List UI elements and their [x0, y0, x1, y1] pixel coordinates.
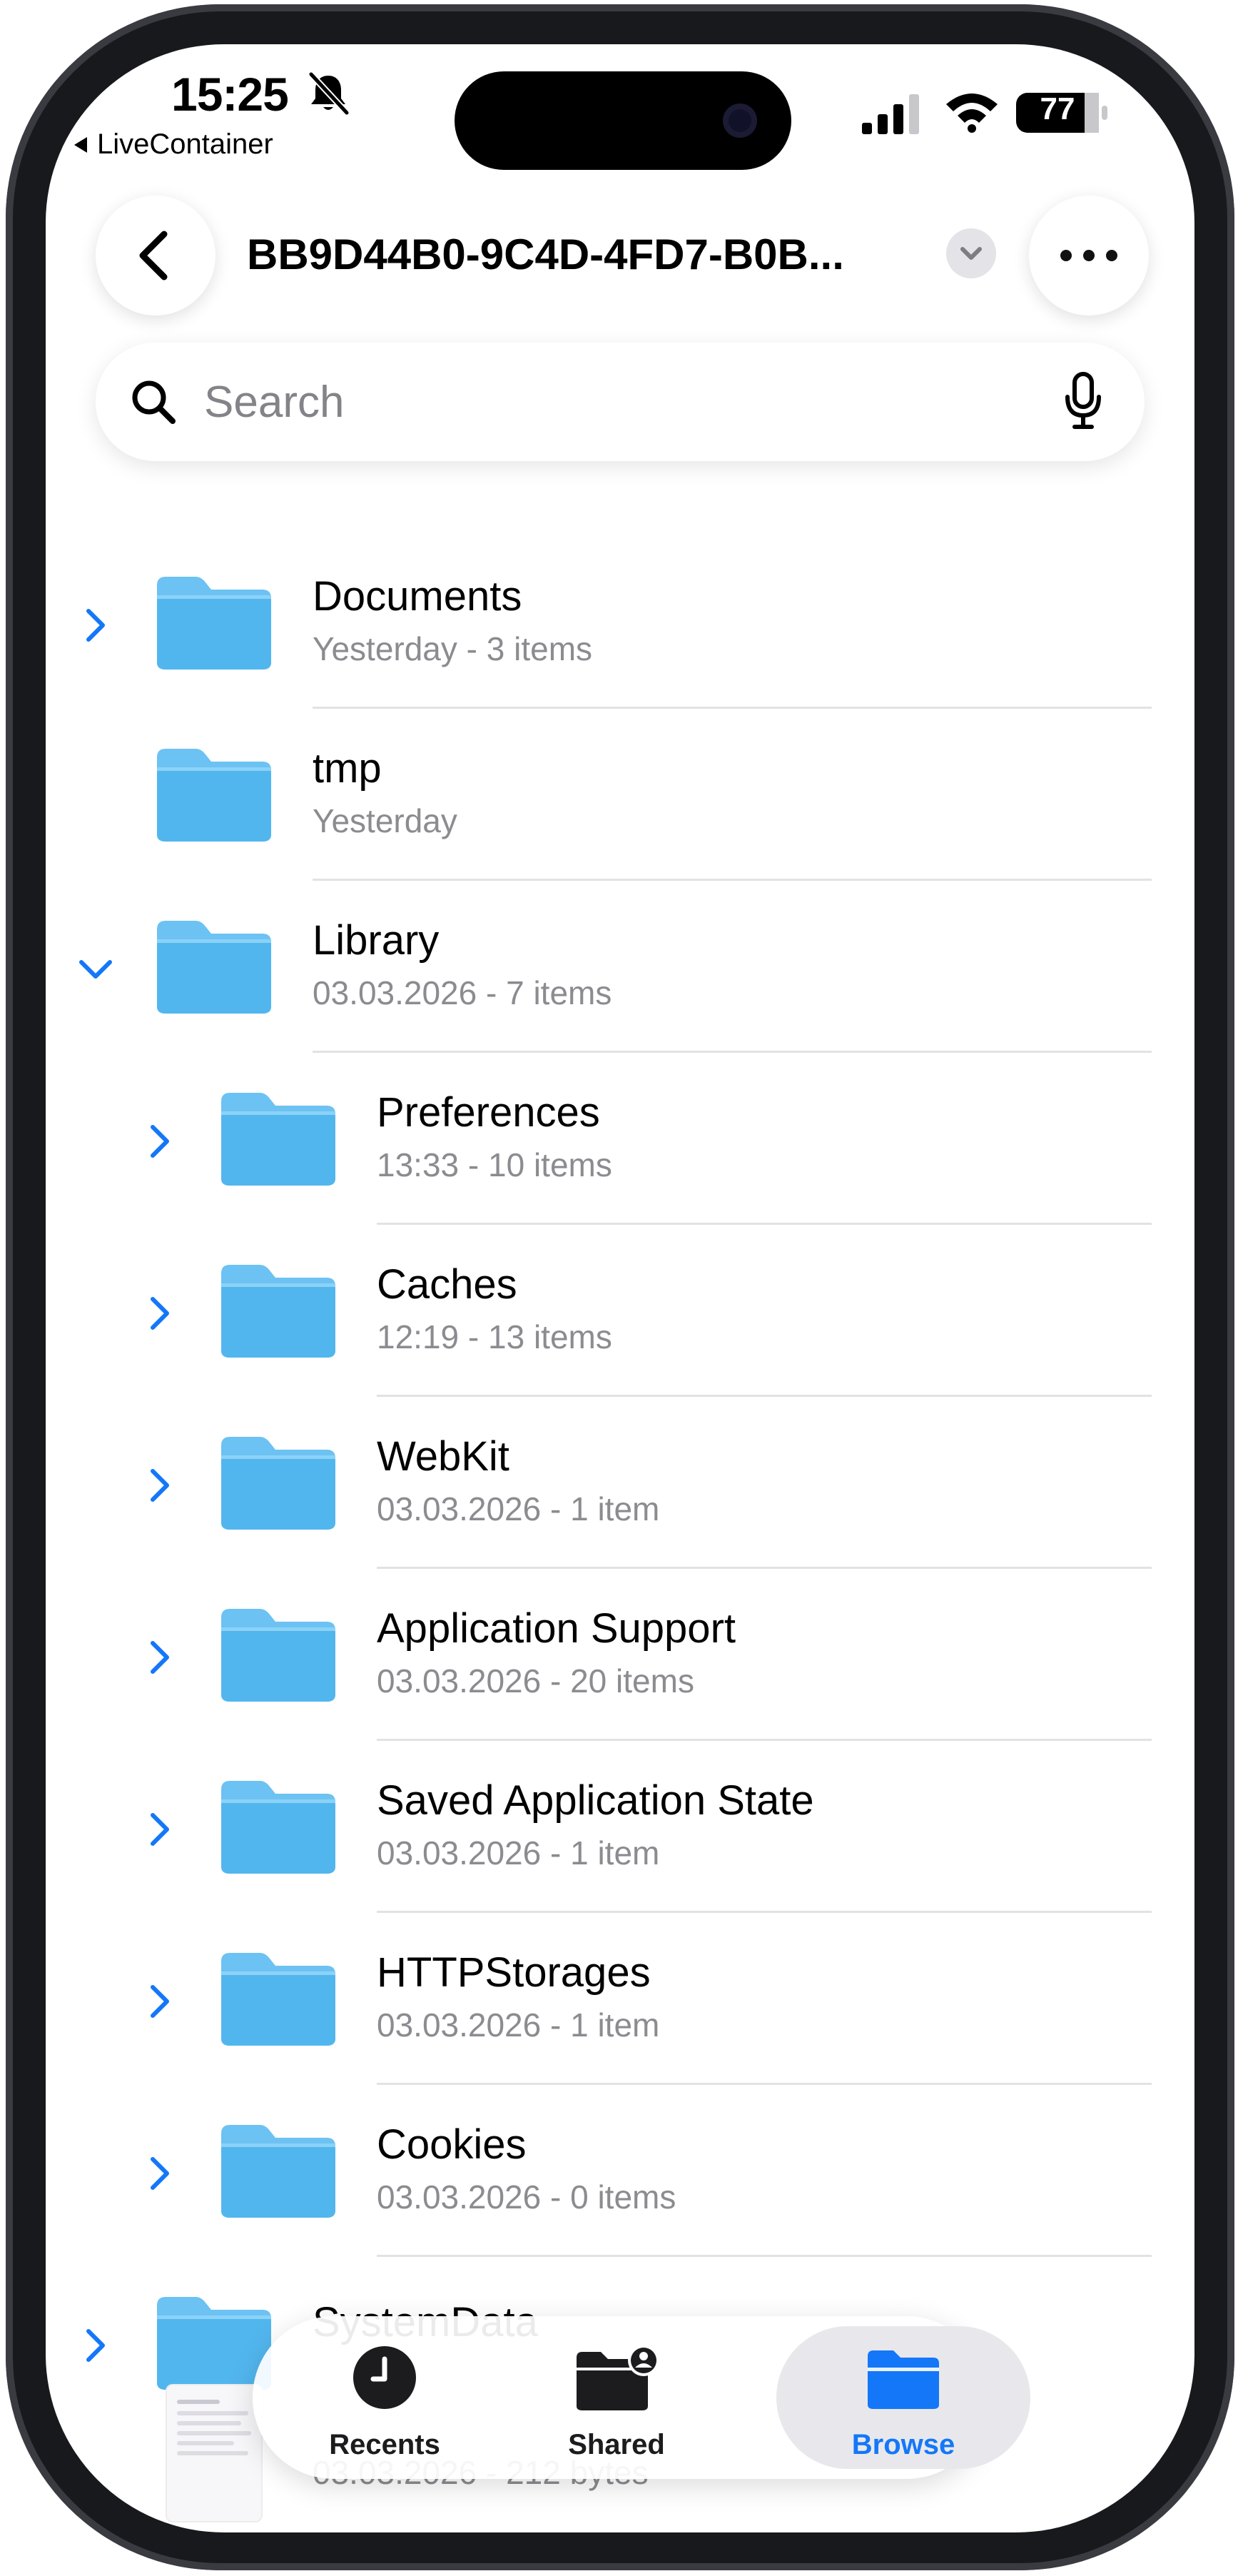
folder-title[interactable]: BB9D44B0-9C4D-4FD7-B0B... [247, 230, 932, 279]
folder-icon [154, 744, 274, 843]
tab-recents[interactable]: Recents [310, 2316, 460, 2479]
tab-browse[interactable]: Browse [776, 2316, 1030, 2479]
folder-meta: 03.03.2026 - 1 item [377, 1834, 660, 1872]
folder-row[interactable]: Cookies 03.03.2026 - 0 items [46, 2085, 1194, 2257]
folder-icon [218, 1777, 338, 1875]
folder-icon [218, 1433, 338, 1531]
folder-name: WebKit [377, 1433, 509, 1480]
folder-meta: 03.03.2026 - 20 items [377, 1662, 694, 1699]
folder-meta: Yesterday - 3 items [313, 630, 593, 667]
disclosure-chevron-right-icon[interactable] [146, 1981, 174, 2021]
folder-meta: 03.03.2026 - 1 item [377, 2006, 660, 2044]
tab-bar: Recents Shared Browse [253, 2316, 1030, 2479]
folder-icon [218, 1261, 338, 1359]
folder-row[interactable]: Library 03.03.2026 - 7 items [46, 881, 1194, 1053]
tab-shared[interactable]: Shared [538, 2316, 695, 2479]
disclosure-chevron-right-icon[interactable] [81, 605, 110, 645]
folder-meta: 13:33 - 10 items [377, 1146, 612, 1183]
disclosure-chevron-right-icon[interactable] [146, 1637, 174, 1677]
magnifier-icon [132, 380, 176, 424]
search-bar[interactable] [96, 343, 1145, 461]
chevron-down-icon [960, 247, 982, 260]
folder-icon [868, 2350, 939, 2409]
folder-name: Library [313, 917, 440, 964]
shared-folder-icon [577, 2345, 659, 2410]
folder-row[interactable]: tmp Yesterday [46, 709, 1194, 881]
folder-name: Preferences [377, 1089, 600, 1136]
search-input[interactable] [203, 373, 990, 431]
folder-row[interactable]: WebKit 03.03.2026 - 1 item [46, 1397, 1194, 1569]
back-button[interactable] [96, 196, 215, 315]
more-options-button[interactable] [1029, 196, 1149, 315]
folder-icon [218, 1949, 338, 2047]
tab-label: Shared [568, 2429, 665, 2460]
chevron-left-icon [139, 231, 168, 281]
folder-meta: 03.03.2026 - 1 item [377, 1490, 660, 1527]
tab-label: Browse [851, 2429, 955, 2460]
folder-name: Caches [377, 1261, 517, 1308]
microphone-icon[interactable] [1063, 371, 1103, 431]
folder-row[interactable]: Preferences 13:33 - 10 items [46, 1053, 1194, 1225]
folder-name: Documents [313, 573, 522, 620]
folder-name: Saved Application State [377, 1777, 814, 1824]
disclosure-chevron-right-icon[interactable] [146, 1293, 174, 1333]
folder-meta: 12:19 - 13 items [377, 1318, 612, 1355]
folder-name: HTTPStorages [377, 1949, 651, 1996]
folder-row[interactable]: HTTPStorages 03.03.2026 - 1 item [46, 1913, 1194, 2085]
disclosure-chevron-right-icon[interactable] [146, 1465, 174, 1505]
folder-row[interactable]: Saved Application State 03.03.2026 - 1 it… [46, 1741, 1194, 1913]
disclosure-chevron-right-icon[interactable] [146, 1121, 174, 1161]
folder-meta: Yesterday [313, 802, 457, 839]
folder-icon [154, 916, 274, 1015]
folder-icon [218, 1605, 338, 1703]
tab-label: Recents [329, 2429, 440, 2460]
folder-row[interactable]: Documents Yesterday - 3 items [46, 537, 1194, 709]
device-screenshot: 15:25 LiveContainer 77 Documents Yesterd… [0, 0, 1243, 2576]
clock-icon [353, 2346, 416, 2409]
folder-name: tmp [313, 745, 382, 792]
document-thumbnail-icon [167, 2385, 261, 2521]
folder-meta: 03.03.2026 - 7 items [313, 974, 612, 1011]
folder-icon [154, 572, 274, 671]
disclosure-chevron-down-icon[interactable] [76, 955, 116, 984]
folder-row[interactable]: Application Support 03.03.2026 - 20 items [46, 1569, 1194, 1741]
folder-icon [218, 1089, 338, 1187]
disclosure-chevron-right-icon[interactable] [146, 1809, 174, 1849]
title-menu-button[interactable] [946, 228, 996, 278]
folder-meta: 03.03.2026 - 0 items [377, 2178, 676, 2216]
folder-icon [218, 2121, 338, 2219]
folder-name: Cookies [377, 2121, 527, 2168]
disclosure-chevron-right-icon[interactable] [81, 2325, 110, 2365]
folder-row[interactable]: Caches 12:19 - 13 items [46, 1225, 1194, 1397]
disclosure-chevron-right-icon[interactable] [146, 2153, 174, 2193]
folder-name: Application Support [377, 1605, 736, 1652]
files-app-screen: 15:25 LiveContainer 77 Documents Yesterd… [46, 44, 1194, 2532]
